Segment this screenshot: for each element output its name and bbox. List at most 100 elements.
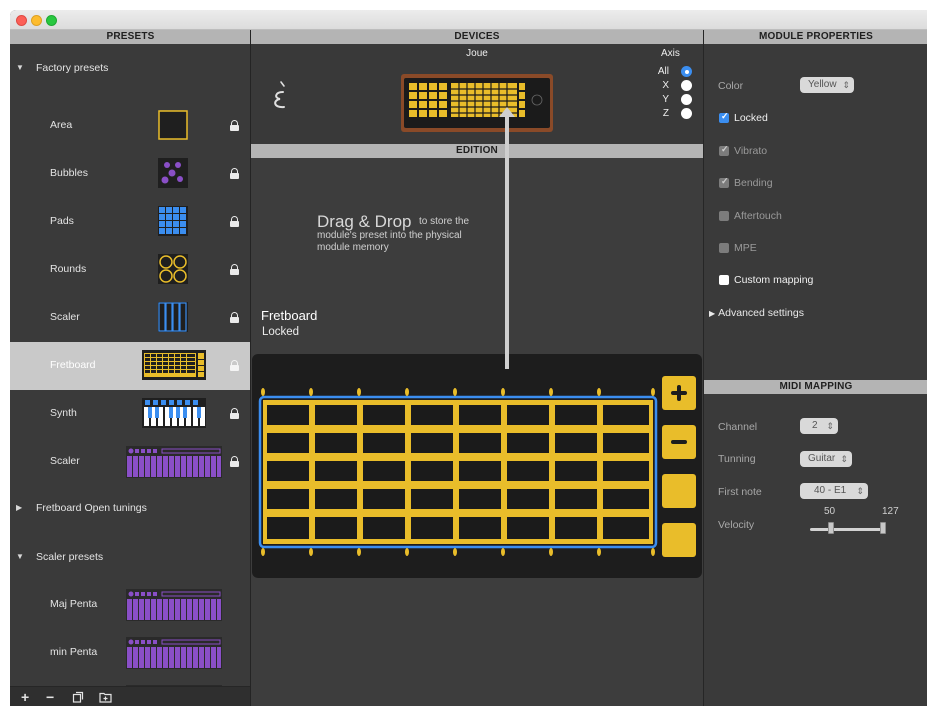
tuning-popup[interactable]: Guitar ⇕ [800, 451, 852, 467]
updown-chevron-icon: ⇕ [856, 486, 864, 496]
channel-value: 2 [812, 420, 818, 431]
preset-label: Area [50, 119, 73, 131]
preset-item-bubbles[interactable]: Bubbles [10, 150, 250, 198]
axis-option-z[interactable]: Z [651, 108, 692, 120]
module-editor[interactable] [252, 354, 702, 578]
axis-option-y[interactable]: Y [651, 94, 692, 106]
drag-arrow-up-icon [499, 107, 515, 117]
scaler-purple-thumbnail-icon [126, 446, 222, 478]
presets-header: PRESETS [10, 30, 250, 44]
color-popup[interactable]: Yellow ⇕ [800, 77, 854, 93]
minus-icon [671, 440, 687, 444]
preset-item-scaler[interactable]: Scaler [10, 294, 250, 342]
app-window: PRESETS ▼ Factory presets Area Bubbles P… [10, 10, 927, 706]
drag-drop-hint-line1: to store the [419, 216, 470, 227]
preset-label: Scaler [50, 455, 80, 467]
disclosure-down-icon[interactable]: ▼ [16, 56, 24, 80]
preset-label: Bubbles [50, 167, 88, 179]
group-label: Factory presets [36, 62, 109, 74]
aftertouch-checkbox[interactable] [719, 211, 729, 221]
zoom-window-button[interactable] [46, 15, 57, 26]
tuning-label: Tunning [718, 453, 756, 465]
group-fretboard-open-tunings[interactable]: ▶ Fretboard Open tunings [10, 496, 250, 520]
preset-item-min-penta[interactable]: min Penta [10, 629, 250, 677]
preset-item-pads[interactable]: Pads [10, 198, 250, 246]
device-name: Joue [466, 48, 488, 59]
color-label: Color [718, 80, 744, 92]
first-note-stepper[interactable]: 40 - E1 ⇕ [800, 483, 868, 499]
side-pad-button-2[interactable] [662, 523, 696, 557]
axis-title: Axis [661, 48, 680, 59]
octave-down-button[interactable] [662, 425, 696, 459]
joue-device-image[interactable] [401, 74, 553, 132]
module-name: Fretboard [261, 308, 318, 323]
title-bar [10, 10, 927, 30]
axis-z-radio[interactable] [681, 108, 692, 119]
preset-item-maj-penta[interactable]: Maj Penta [10, 581, 250, 629]
axis-x-radio[interactable] [681, 80, 692, 91]
vibrato-checkbox[interactable]: ✓ [719, 144, 729, 156]
preset-item-area[interactable]: Area [10, 102, 250, 150]
group-scaler-presets[interactable]: ▼ Scaler presets [10, 545, 250, 569]
module-status: Locked [262, 326, 300, 338]
group-factory-presets[interactable]: ▼ Factory presets [10, 56, 250, 80]
remove-preset-button[interactable]: − [46, 689, 54, 705]
checkbox-label: Locked [734, 112, 768, 124]
axis-all-radio[interactable] [681, 66, 692, 77]
presets-footer-toolbar: + − [10, 686, 250, 706]
preset-item-fretboard[interactable]: Fretboard [10, 342, 250, 390]
preset-label: Synth [50, 407, 77, 419]
axis-option-label: Y [662, 94, 669, 105]
axis-option-x[interactable]: X [651, 80, 692, 92]
fretboard-grid[interactable] [258, 387, 658, 557]
preset-item-synth[interactable]: Synth [10, 390, 250, 438]
lock-icon [230, 264, 239, 275]
preset-item-rounds[interactable]: Rounds [10, 246, 250, 294]
checkbox-label: Bending [734, 177, 773, 189]
drag-drop-hint-line2: module's preset into the physical [317, 230, 462, 241]
velocity-max-value: 127 [882, 506, 899, 517]
disclosure-right-icon[interactable]: ▶ [16, 496, 22, 520]
plus-icon [677, 385, 681, 401]
group-label: Fretboard Open tunings [36, 502, 147, 514]
velocity-min-value: 50 [824, 506, 836, 517]
channel-stepper[interactable]: 2 ⇕ [800, 418, 838, 434]
add-preset-button[interactable]: + [21, 689, 29, 705]
edition-header: EDITION [251, 144, 703, 158]
axis-option-label: All [657, 66, 669, 77]
properties-panel: MODULE PROPERTIES Color Yellow ⇕ ✓ Locke… [703, 30, 927, 706]
velocity-range-slider[interactable] [810, 528, 886, 531]
duplicate-icon[interactable] [72, 691, 84, 703]
side-pad-button-1[interactable] [662, 474, 696, 508]
preset-label: Rounds [50, 263, 87, 275]
velocity-min-handle[interactable] [828, 522, 834, 534]
checkbox-label: MPE [734, 242, 757, 254]
midi-mapping-header: MIDI MAPPING [704, 380, 927, 394]
disclosure-right-icon[interactable]: ▶ [709, 309, 715, 318]
axis-option-all[interactable]: All [651, 66, 692, 78]
devices-header: DEVICES [251, 30, 703, 44]
octave-up-button[interactable] [662, 376, 696, 410]
advanced-settings-disclosure[interactable]: ▶ Advanced settings [709, 307, 804, 319]
disclosure-down-icon[interactable]: ▼ [16, 545, 24, 569]
minimize-window-button[interactable] [31, 15, 42, 26]
scaler-purple-thumbnail-icon [126, 589, 222, 621]
bending-checkbox[interactable]: ✓ [719, 176, 729, 188]
velocity-max-handle[interactable] [880, 522, 886, 534]
lock-icon [230, 312, 239, 323]
module-properties-header: MODULE PROPERTIES [704, 30, 927, 44]
checkbox-label: Custom mapping [734, 274, 814, 286]
group-label: Scaler presets [36, 551, 104, 563]
fretboard-thumbnail-icon [142, 350, 206, 380]
axis-y-radio[interactable] [681, 94, 692, 105]
center-panel: DEVICES Joue Axis All X Y Z EDITION Drag… [251, 30, 703, 706]
drag-drop-hint-line3: module memory [317, 242, 389, 253]
close-window-button[interactable] [16, 15, 27, 26]
custom-mapping-checkbox[interactable] [719, 275, 729, 285]
new-folder-icon[interactable] [99, 691, 112, 703]
preset-label: Pads [50, 215, 74, 227]
preset-item-scaler-purple[interactable]: Scaler [10, 438, 250, 486]
joue-logo-icon [274, 81, 285, 109]
mpe-checkbox[interactable] [719, 243, 729, 253]
locked-checkbox[interactable]: ✓ [719, 111, 729, 123]
